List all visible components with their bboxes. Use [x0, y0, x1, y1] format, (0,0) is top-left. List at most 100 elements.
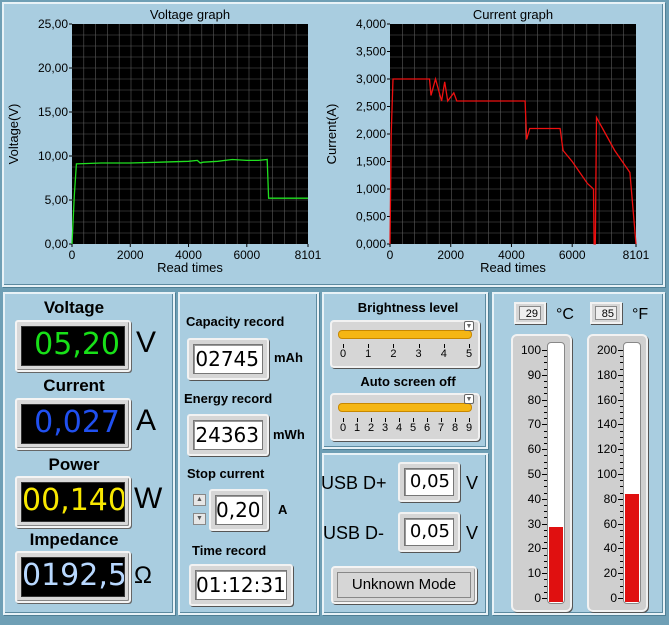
voltage-value: 05,20 [21, 326, 125, 366]
fahrenheit-scale-tick [618, 424, 623, 426]
celsius-scale-tick [542, 399, 547, 401]
fahrenheit-scale-minor-tick [620, 436, 623, 438]
fahrenheit-scale-minor-tick [620, 405, 623, 407]
fahrenheit-scale-label: 180 [596, 367, 617, 382]
fahrenheit-scale-minor-tick [620, 567, 623, 568]
celsius-scale-tick [542, 449, 547, 451]
celsius-value: 29 [519, 306, 541, 320]
brightness-slider-fill [338, 330, 472, 339]
impedance-unit: Ω [134, 562, 152, 589]
celsius-scale-label: 20 [527, 541, 541, 556]
current-y-tick-label: 3,000 [356, 72, 386, 86]
current-label: Current [43, 376, 105, 395]
capacity-record-label: Capacity record [186, 314, 285, 329]
current-y-tick-label: 2,500 [356, 100, 386, 114]
fahrenheit-unit: °F [632, 306, 649, 323]
fahrenheit-scale-minor-tick [620, 554, 623, 556]
brightness-tick-label: 1 [365, 348, 372, 360]
celsius-scale-tick [542, 598, 547, 599]
celsius-scale-minor-tick [544, 461, 547, 463]
fahrenheit-scale-minor-tick [620, 412, 623, 413]
voltage-unit: V [136, 326, 157, 359]
current-x-tick-label: 8101 [623, 248, 650, 262]
fahrenheit-scale-tick [618, 498, 623, 500]
brightness-slider-knob[interactable]: ▼ [464, 321, 474, 331]
fahrenheit-scale-minor-tick [620, 542, 623, 544]
fahrenheit-scale-minor-tick [620, 529, 623, 531]
celsius-scale-minor-tick [544, 387, 547, 389]
fahrenheit-scale-label: 160 [596, 392, 617, 407]
screen-off-tick-label: 1 [353, 422, 361, 434]
screen-off-tick-label: 4 [395, 422, 403, 434]
time-record-box: 01:12:31 [189, 564, 293, 606]
current-x-tick-label: 2000 [437, 248, 464, 262]
brightness-tick-label: 0 [339, 348, 347, 360]
fahrenheit-scale-tick [618, 399, 623, 401]
fahrenheit-scale-minor-tick [620, 480, 623, 482]
time-record-value: 01:12:31 [195, 570, 287, 600]
brightness-tick-label: 5 [465, 348, 473, 360]
energy-record-unit: mWh [273, 427, 305, 442]
screen-off-tick-label: 5 [409, 422, 417, 434]
fahrenheit-scale-tick [618, 350, 623, 351]
usb-dplus-value: 0,05 [404, 468, 454, 496]
celsius-scale-minor-tick [544, 443, 547, 444]
celsius-scale-label: 60 [527, 442, 541, 457]
current-y-tick-label: 2,000 [356, 127, 386, 141]
current-unit: A [136, 404, 157, 437]
brightness-tick-label: 4 [440, 348, 447, 360]
brightness-tick-label: 3 [415, 348, 422, 360]
celsius-scale-tick [542, 523, 547, 525]
current-y-tick-label: 1,500 [356, 155, 386, 169]
current-x-axis-label: Read times [480, 260, 546, 275]
fahrenheit-scale-minor-tick [620, 517, 623, 519]
screen-off-tick-label: 6 [423, 422, 431, 434]
fahrenheit-scale-minor-tick [620, 362, 623, 364]
stop-current-increment-button[interactable]: ▲ [193, 494, 206, 506]
stop-current-input[interactable]: 0,20 [215, 495, 263, 525]
usb-dminus-box: 0,05 [398, 512, 460, 552]
brightness-slider[interactable] [330, 320, 480, 368]
unknown-mode-button[interactable]: Unknown Mode [331, 566, 477, 604]
fahrenheit-scale-minor-tick [620, 356, 623, 358]
celsius-scale-minor-tick [544, 418, 547, 420]
current-y-tick-label: 4,000 [356, 17, 386, 31]
fahrenheit-scale-label: 0 [610, 591, 617, 605]
celsius-scale-minor-tick [544, 511, 547, 513]
fahrenheit-scale-minor-tick [620, 387, 623, 389]
fahrenheit-scale-tick [618, 474, 623, 475]
time-record-label: Time record [192, 543, 267, 558]
fahrenheit-readout: 85 [590, 302, 622, 324]
screen-off-slider-knob[interactable]: ▼ [464, 394, 474, 404]
celsius-scale-minor-tick [544, 368, 547, 370]
fahrenheit-scale-label: 120 [596, 442, 617, 457]
celsius-scale-minor-tick [544, 356, 547, 358]
fahrenheit-scale-minor-tick [620, 393, 623, 395]
celsius-scale-minor-tick [544, 393, 547, 395]
stop-current-decrement-button[interactable]: ▼ [193, 513, 206, 525]
power-label: Power [48, 455, 100, 474]
unknown-mode-button-label: Unknown Mode [337, 572, 471, 598]
fahrenheit-scale-tick [618, 523, 623, 525]
screen-off-label: Auto screen off [360, 374, 456, 389]
celsius-scale-label: 90 [527, 367, 541, 382]
celsius-scale-minor-tick [544, 381, 547, 382]
celsius-thermometer-fill [549, 527, 563, 602]
celsius-scale-minor-tick [544, 529, 547, 531]
current-x-tick-label: 6000 [559, 248, 586, 262]
fahrenheit-scale-minor-tick [620, 467, 623, 469]
celsius-unit: °C [556, 306, 574, 323]
celsius-scale-minor-tick [544, 486, 547, 488]
fahrenheit-scale-minor-tick [620, 461, 623, 463]
celsius-scale-minor-tick [544, 436, 547, 438]
voltage-display: 05,20 [15, 320, 131, 372]
celsius-scale-label: 50 [527, 467, 541, 481]
celsius-scale-label: 40 [527, 491, 541, 506]
screen-off-tick-label: 7 [437, 422, 445, 434]
celsius-scale-minor-tick [544, 579, 547, 581]
fahrenheit-scale-label: 140 [596, 417, 617, 432]
celsius-scale-minor-tick [544, 517, 547, 519]
fahrenheit-scale-minor-tick [620, 368, 623, 370]
fahrenheit-scale-minor-tick [620, 585, 623, 587]
celsius-scale-tick [542, 498, 547, 500]
